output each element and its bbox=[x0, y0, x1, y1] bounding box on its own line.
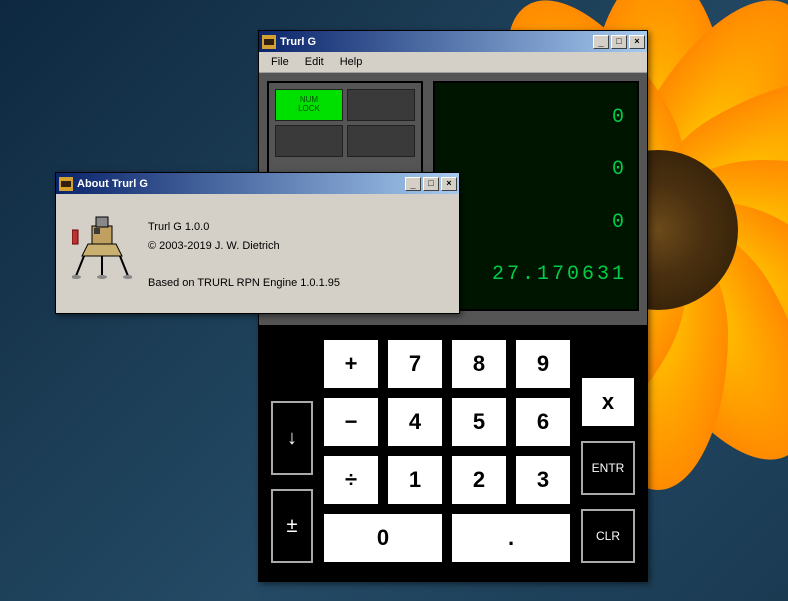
about-minimize-button[interactable]: _ bbox=[405, 177, 421, 191]
lcd-display: 0 0 0 27.170631 bbox=[433, 81, 639, 311]
keypad: ↓ ± + 7 8 9 − 4 5 6 ÷ 1 2 3 0 . x EN bbox=[259, 325, 647, 581]
about-window: About Trurl G _ □ × Tru bbox=[55, 172, 460, 314]
about-line1: Trurl G 1.0.0 bbox=[148, 218, 340, 237]
digit-3-key[interactable]: 3 bbox=[515, 455, 571, 505]
menubar: File Edit Help bbox=[259, 52, 647, 73]
about-close-button[interactable]: × bbox=[441, 177, 457, 191]
digit-1-key[interactable]: 1 bbox=[387, 455, 443, 505]
down-key[interactable]: ↓ bbox=[271, 401, 313, 475]
digit-4-key[interactable]: 4 bbox=[387, 397, 443, 447]
main-title: Trurl G bbox=[280, 36, 591, 48]
calculator-body: NUM LOCK 0 0 0 27.170631 ↓ ± + 7 bbox=[259, 73, 647, 581]
stack-t: 0 bbox=[445, 106, 627, 129]
about-text: Trurl G 1.0.0 © 2003-2019 J. W. Dietrich… bbox=[148, 212, 340, 293]
about-title: About Trurl G bbox=[77, 178, 403, 190]
minus-key[interactable]: − bbox=[323, 397, 379, 447]
app-icon bbox=[261, 34, 277, 50]
stack-y: 0 bbox=[445, 211, 627, 234]
plus-key[interactable]: + bbox=[323, 339, 379, 389]
menu-file[interactable]: File bbox=[263, 54, 297, 70]
about-titlebar[interactable]: About Trurl G _ □ × bbox=[56, 173, 459, 194]
digit-7-key[interactable]: 7 bbox=[387, 339, 443, 389]
entr-key[interactable]: ENTR bbox=[581, 441, 635, 495]
about-line3: Based on TRURL RPN Engine 1.0.1.95 bbox=[148, 274, 340, 293]
digit-5-key[interactable]: 5 bbox=[451, 397, 507, 447]
stack-z: 0 bbox=[445, 158, 627, 181]
minimize-button[interactable]: _ bbox=[593, 35, 609, 49]
times-key[interactable]: x bbox=[581, 377, 635, 427]
digit-2-key[interactable]: 2 bbox=[451, 455, 507, 505]
menu-help[interactable]: Help bbox=[332, 54, 371, 70]
dot-key[interactable]: . bbox=[451, 513, 571, 563]
numlock-indicator: NUM LOCK bbox=[275, 89, 343, 121]
divide-key[interactable]: ÷ bbox=[323, 455, 379, 505]
indicator-blank-1 bbox=[347, 89, 415, 121]
about-line2: © 2003-2019 J. W. Dietrich bbox=[148, 237, 340, 256]
lunar-module-icon bbox=[72, 212, 132, 282]
stack-x: 27.170631 bbox=[445, 263, 627, 286]
digit-0-key[interactable]: 0 bbox=[323, 513, 443, 563]
about-maximize-button[interactable]: □ bbox=[423, 177, 439, 191]
menu-edit[interactable]: Edit bbox=[297, 54, 332, 70]
indicator-blank-3 bbox=[347, 125, 415, 157]
digit-8-key[interactable]: 8 bbox=[451, 339, 507, 389]
digit-6-key[interactable]: 6 bbox=[515, 397, 571, 447]
clr-key[interactable]: CLR bbox=[581, 509, 635, 563]
close-button[interactable]: × bbox=[629, 35, 645, 49]
digit-9-key[interactable]: 9 bbox=[515, 339, 571, 389]
main-titlebar[interactable]: Trurl G _ □ × bbox=[259, 31, 647, 52]
maximize-button[interactable]: □ bbox=[611, 35, 627, 49]
plusminus-key[interactable]: ± bbox=[271, 489, 313, 563]
about-app-icon bbox=[58, 176, 74, 192]
indicator-blank-2 bbox=[275, 125, 343, 157]
